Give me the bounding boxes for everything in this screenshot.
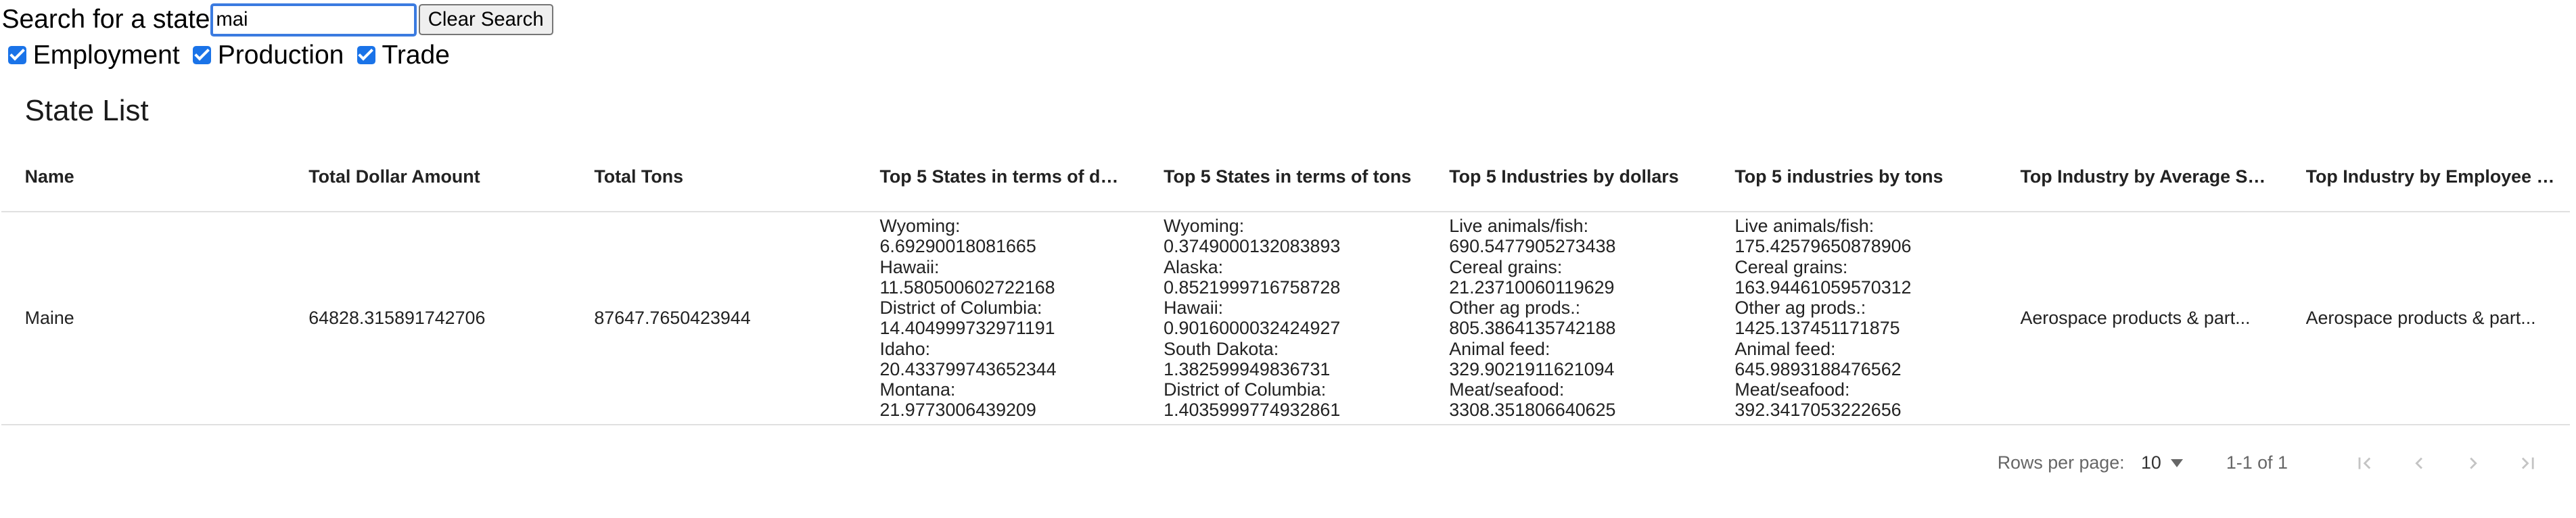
column-header-top-states-tons[interactable]: Top 5 States in terms of tons	[1141, 141, 1427, 213]
previous-page-button[interactable]	[2392, 452, 2447, 475]
cell-top-industries-dollars: Live animals/fish: 690.5477905273438 Cer…	[1426, 212, 1712, 425]
search-input[interactable]	[210, 3, 417, 37]
first-page-icon	[2358, 457, 2371, 469]
list-item: Animal feed:	[1734, 338, 1836, 359]
list-item: 163.94461059570312	[1734, 277, 1912, 298]
list-item: Cereal grains:	[1734, 256, 1848, 277]
list-item: Wyoming:	[879, 216, 961, 237]
cell-top-states-dollars: Wyoming: 6.69290018081665 Hawaii: 11.580…	[856, 212, 1141, 425]
list-item: Hawaii:	[879, 256, 940, 277]
list-item: 0.3749000132083893	[1164, 236, 1341, 257]
list-item: Montana:	[879, 379, 956, 400]
search-label: Search for a state	[1, 5, 210, 34]
table-row[interactable]: Maine 64828.315891742706 87647.765042394…	[1, 212, 2571, 425]
list-item: Meat/seafood:	[1734, 379, 1850, 400]
list-item: 14.404999732971191	[879, 318, 1055, 339]
column-header-top-industry-salary[interactable]: Top Industry by Average Sal...	[1997, 141, 2283, 213]
list-item: Cereal grains:	[1449, 256, 1563, 277]
pagination: Rows per page: 10 1-1 of 1	[0, 425, 2575, 501]
column-header-total-tons[interactable]: Total Tons	[571, 141, 857, 213]
list-item: Animal feed:	[1449, 338, 1550, 359]
cell-total-dollar: 64828.315891742706	[285, 212, 572, 425]
list-item: 1.4035999774932861	[1164, 400, 1341, 421]
list-item: 1425.137451171875	[1734, 318, 1900, 339]
list-item: 645.9893188476562	[1734, 358, 1902, 379]
cell-top-industry-salary: Aerospace products & part...	[1997, 212, 2283, 425]
cell-name: Maine	[1, 212, 286, 425]
list-item: 0.9016000032424927	[1164, 318, 1341, 339]
list-item: 1.382599949836731	[1164, 358, 1331, 379]
list-item: 329.9021911621094	[1449, 358, 1615, 379]
employment-label: Employment	[32, 40, 180, 70]
column-header-top-industries-dollars[interactable]: Top 5 Industries by dollars	[1426, 141, 1712, 213]
next-page-button[interactable]	[2446, 452, 2501, 475]
list-item: 805.3864135742188	[1449, 318, 1616, 339]
table-header-row: Name Total Dollar Amount Total Tons Top …	[1, 141, 2571, 213]
list-item: Wyoming:	[1164, 216, 1245, 237]
filter-employment[interactable]: Employment	[0, 41, 180, 70]
cell-top-states-tons: Wyoming: 0.3749000132083893 Alaska: 0.85…	[1141, 212, 1427, 425]
list-item: 21.23710060119629	[1449, 277, 1615, 298]
employment-checkbox[interactable]	[8, 46, 27, 65]
list-item: Meat/seafood:	[1449, 379, 1565, 400]
list-item: 690.5477905273438	[1449, 236, 1616, 257]
list-item: 3308.351806640625	[1449, 400, 1616, 421]
list-item: District of Columbia:	[879, 298, 1042, 319]
list-item: 175.42579650878906	[1734, 236, 1912, 257]
cell-total-tons: 87647.7650423944	[571, 212, 857, 425]
filter-checkboxes: Employment Production Trade	[0, 40, 2575, 71]
trade-label: Trade	[382, 40, 450, 70]
state-table: Name Total Dollar Amount Total Tons Top …	[1, 141, 2571, 425]
filter-production[interactable]: Production	[185, 41, 344, 70]
production-label: Production	[217, 40, 344, 70]
list-item: 20.433799743652344	[879, 358, 1057, 379]
caret-down-icon	[2171, 458, 2184, 467]
clear-search-button[interactable]: Clear Search	[418, 4, 553, 36]
list-item: 21.9773006439209	[879, 400, 1036, 421]
rows-per-page-select[interactable]: 10	[2140, 452, 2184, 473]
chevron-left-icon	[2415, 457, 2422, 469]
filter-trade[interactable]: Trade	[349, 41, 450, 70]
trade-checkbox[interactable]	[356, 46, 375, 65]
column-header-total-dollar[interactable]: Total Dollar Amount	[285, 141, 572, 213]
column-header-top-states-dollars[interactable]: Top 5 States in terms of doll...	[856, 141, 1141, 213]
cell-top-industry-employee: Aerospace products & part...	[2282, 212, 2571, 425]
first-page-button[interactable]	[2337, 452, 2392, 475]
cell-top-industries-tons: Live animals/fish: 175.42579650878906 Ce…	[1711, 212, 1998, 425]
column-header-name[interactable]: Name	[1, 141, 286, 213]
last-page-button[interactable]	[2501, 452, 2556, 475]
list-item: Other ag prods.:	[1734, 298, 1866, 319]
list-item: Idaho:	[879, 338, 931, 359]
column-header-top-industries-tons[interactable]: Top 5 industries by tons	[1711, 141, 1998, 213]
pagination-range: 1-1 of 1	[2226, 452, 2288, 473]
list-item: Alaska:	[1164, 256, 1224, 277]
chevron-right-icon	[2470, 457, 2478, 469]
list-item: District of Columbia:	[1164, 379, 1327, 400]
list-item: 11.580500602722168	[879, 277, 1055, 298]
rows-per-page-value: 10	[2140, 452, 2161, 473]
list-item: 392.3417053222656	[1734, 400, 1902, 421]
search-row: Search for a state Clear Search	[0, 0, 2575, 40]
list-item: Live animals/fish:	[1449, 216, 1589, 237]
list-item: South Dakota:	[1164, 338, 1279, 359]
list-item: 6.69290018081665	[879, 236, 1036, 257]
last-page-icon	[2521, 457, 2534, 469]
list-item: Other ag prods.:	[1449, 298, 1581, 319]
production-checkbox[interactable]	[193, 46, 212, 65]
rows-per-page-label: Rows per page:	[1997, 452, 2125, 473]
list-item: 0.8521999716758728	[1164, 277, 1341, 298]
list-item: Hawaii:	[1164, 298, 1224, 319]
column-header-top-industry-employee[interactable]: Top Industry by Employee C...	[2282, 141, 2571, 213]
table-title: State List	[24, 93, 149, 127]
list-item: Live animals/fish:	[1734, 216, 1874, 237]
